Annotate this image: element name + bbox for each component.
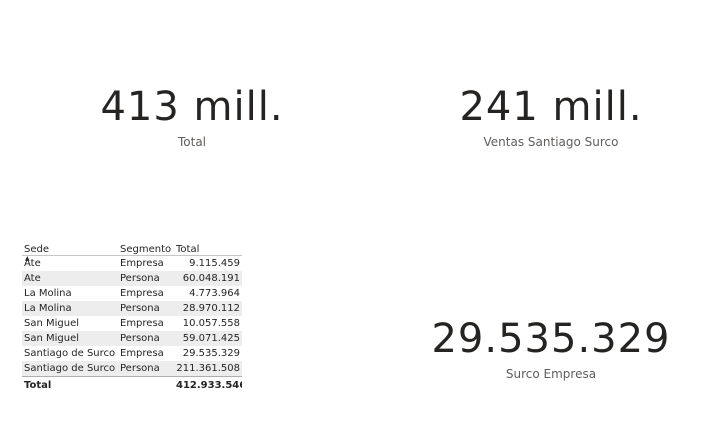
cell-total: 59.071.425	[174, 331, 242, 346]
cell-segmento: Persona	[118, 271, 174, 286]
card-ventas-santiago-surco-value: 241 mill.	[459, 84, 643, 130]
sales-table[interactable]: Sede ▲ Segmento Total Ate Empresa 9.115.…	[22, 233, 244, 393]
cell-sede: San Miguel	[22, 331, 118, 346]
table-header-row: Sede ▲ Segmento Total	[22, 233, 242, 262]
column-header-total[interactable]: Total	[174, 233, 242, 256]
table-row[interactable]: Santiago de Surco Persona 211.361.508	[22, 361, 242, 377]
cell-segmento: Persona	[118, 301, 174, 316]
card-ventas-santiago-surco-label: Ventas Santiago Surco	[483, 135, 619, 149]
card-total-label: Total	[177, 135, 207, 149]
table-row[interactable]: San Miguel Empresa 10.057.558	[22, 316, 242, 331]
total-empty-cell	[118, 376, 174, 393]
cell-segmento: Empresa	[120, 258, 164, 269]
cell-segmento: Empresa	[120, 318, 164, 329]
cell-total: 10.057.558	[182, 318, 240, 329]
card-surco-empresa[interactable]: 29.535.329 Surco Empresa	[420, 316, 682, 382]
card-total[interactable]: 413 mill. Total	[92, 84, 292, 150]
total-value: 412.933.546	[174, 376, 242, 393]
cell-total: 60.048.191	[174, 271, 242, 286]
table-row[interactable]: Ate Empresa 9.115.459	[22, 256, 242, 272]
cell-sede: San Miguel	[24, 318, 80, 329]
cell-segmento: Persona	[118, 331, 174, 346]
cell-total: 211.361.508	[174, 361, 242, 377]
cell-segmento: Empresa	[120, 348, 164, 359]
table-row[interactable]: La Molina Persona 28.970.112	[22, 301, 242, 316]
cell-total: 28.970.112	[174, 301, 242, 316]
cell-total: 29.535.329	[182, 348, 240, 359]
column-header-sede[interactable]: Sede ▲	[22, 233, 118, 262]
card-ventas-santiago-surco[interactable]: 241 mill. Ventas Santiago Surco	[440, 84, 662, 150]
column-header-segmento[interactable]: Segmento	[118, 233, 174, 256]
table-row[interactable]: San Miguel Persona 59.071.425	[22, 331, 242, 346]
sort-ascending-icon[interactable]: ▲	[25, 256, 30, 262]
cell-sede: La Molina	[22, 301, 118, 316]
cell-total: 4.773.964	[189, 288, 240, 299]
cell-segmento: Empresa	[120, 288, 164, 299]
total-label: Total	[22, 376, 118, 393]
cell-sede: La Molina	[24, 288, 72, 299]
cell-sede: Santiago de Surco	[22, 361, 118, 377]
table-row[interactable]: Santiago de Surco Empresa 29.535.329	[22, 346, 242, 361]
cell-segmento: Persona	[118, 361, 174, 377]
table-row[interactable]: La Molina Empresa 4.773.964	[22, 286, 242, 301]
cell-sede: Ate	[24, 258, 41, 269]
table-total-row: Total 412.933.546	[22, 376, 242, 393]
table-row[interactable]: Ate Persona 60.048.191	[22, 271, 242, 286]
cell-total: 9.115.459	[189, 258, 240, 269]
cell-sede: Santiago de Surco	[24, 348, 116, 359]
card-total-value: 413 mill.	[100, 84, 284, 130]
cell-sede: Ate	[22, 271, 118, 286]
card-surco-empresa-label: Surco Empresa	[505, 367, 597, 381]
card-surco-empresa-value: 29.535.329	[431, 316, 671, 362]
